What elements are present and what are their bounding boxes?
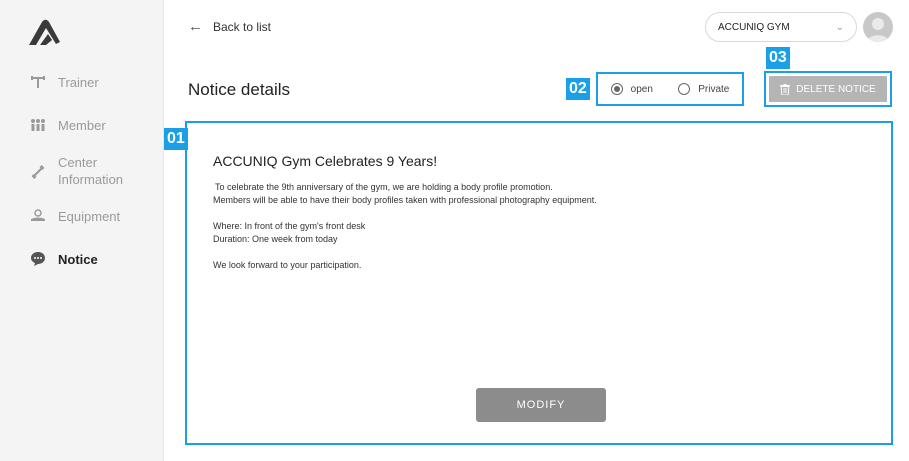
user-avatar-icon [867, 18, 889, 42]
sidebar-item-label: Member [58, 118, 106, 133]
radio-open-label: open [630, 83, 653, 95]
notice-line: To celebrate the 9th anniversary of the … [215, 182, 553, 192]
back-to-list-label: Back to list [213, 19, 272, 34]
notice-icon [30, 251, 46, 267]
radio-private[interactable]: Private [678, 83, 729, 95]
avatar[interactable] [863, 12, 893, 42]
sidebar-item-trainer[interactable]: Trainer [30, 74, 99, 91]
sidebar-item-label-line2: Information [58, 172, 124, 187]
radio-private-indicator[interactable] [678, 83, 691, 95]
sidebar-item-equipment[interactable]: Equipment [30, 208, 120, 225]
chevron-down-icon: ⌄ [835, 21, 844, 33]
trainer-icon [30, 74, 46, 90]
page-title: Notice details [188, 80, 291, 99]
annotation-tag-03: 03 [766, 47, 790, 69]
delete-notice-label: DELETE NOTICE [796, 83, 876, 95]
notice-content-box: ACCUNIQ Gym Celebrates 9 Years! To celeb… [185, 121, 893, 445]
annotation-tag-02: 02 [566, 78, 590, 100]
radio-private-label: Private [698, 83, 730, 95]
delete-notice-highlight: DELETE NOTICE [764, 71, 892, 107]
sidebar-item-center-information[interactable]: Center Information [30, 154, 123, 188]
notice-body: To celebrate the 9th anniversary of the … [213, 181, 597, 272]
sidebar-item-notice[interactable]: Notice [30, 251, 98, 268]
sidebar: Trainer Member Center Information Equipm… [0, 0, 164, 461]
radio-open-indicator[interactable] [610, 83, 623, 95]
main-content: ← Back to list ACCUNIQ GYM ⌄ Notice deta… [164, 0, 909, 461]
radio-open[interactable]: open [610, 83, 653, 95]
logo-icon[interactable] [26, 18, 62, 48]
notice-line: Members will be able to have their body … [213, 195, 597, 205]
visibility-radio-group: open Private [596, 72, 744, 106]
back-to-list-link[interactable]: ← Back to list [188, 18, 271, 35]
arrow-left-icon: ← [188, 18, 203, 35]
notice-line: We look forward to your participation. [213, 260, 362, 270]
equipment-icon [30, 208, 46, 224]
notice-line: Where: In front of the gym's front desk [213, 221, 366, 231]
gym-select-value: ACCUNIQ GYM [718, 21, 790, 33]
delete-notice-button[interactable]: DELETE NOTICE [769, 76, 887, 102]
gym-select[interactable]: ACCUNIQ GYM ⌄ [705, 12, 857, 42]
notice-line: Duration: One week from today [213, 234, 338, 244]
modify-button[interactable]: MODIFY [476, 388, 606, 422]
member-icon [30, 117, 46, 133]
sidebar-item-label: Trainer [58, 75, 99, 90]
sidebar-item-label-line1: Center [58, 155, 98, 170]
sidebar-item-label: Equipment [58, 209, 121, 224]
center-info-icon [30, 164, 46, 180]
sidebar-item-label: Notice [58, 252, 98, 267]
trash-icon [780, 83, 791, 95]
notice-title: ACCUNIQ Gym Celebrates 9 Years! [213, 153, 438, 169]
sidebar-item-member[interactable]: Member [30, 117, 106, 134]
sidebar-item-label: Center Information [58, 154, 123, 188]
